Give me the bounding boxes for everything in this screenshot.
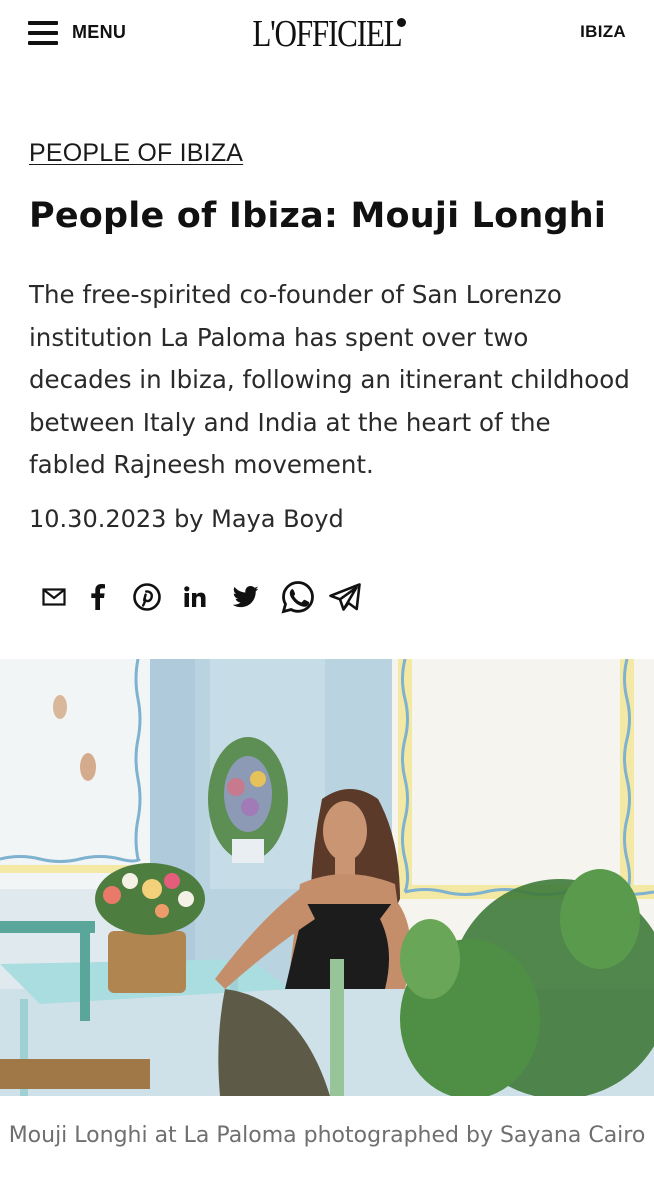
logo-seal-icon — [397, 18, 406, 27]
region-selector[interactable]: IBIZA — [580, 22, 626, 42]
menu-label: MENU — [72, 21, 127, 42]
article-photo — [0, 659, 654, 1096]
share-whatsapp-button[interactable] — [281, 578, 315, 616]
site-logo[interactable]: L'OFFICIEL — [246, 12, 408, 56]
twitter-icon — [233, 586, 259, 608]
share-telegram-button[interactable] — [328, 578, 362, 616]
byline-prefix: by — [174, 505, 204, 533]
logo-wordmark: L'OFFICIEL — [252, 13, 402, 55]
share-linkedin-button[interactable] — [183, 578, 207, 616]
menu-button[interactable]: MENU — [28, 14, 126, 50]
telegram-icon — [329, 583, 361, 611]
hamburger-icon — [28, 18, 58, 46]
photo-illustration — [0, 659, 654, 1096]
author-name[interactable]: Maya Boyd — [211, 505, 344, 533]
facebook-icon — [91, 584, 105, 610]
share-twitter-button[interactable] — [232, 578, 260, 616]
category-link[interactable]: PEOPLE OF IBIZA — [29, 139, 243, 168]
share-bar — [36, 578, 362, 616]
article-dek: The free-spirited co-founder of San Lore… — [29, 280, 630, 479]
share-mail-button[interactable] — [36, 578, 72, 616]
mail-icon — [42, 588, 66, 606]
share-facebook-button[interactable] — [89, 578, 107, 616]
site-header: MENU L'OFFICIEL IBIZA — [0, 0, 654, 68]
article-title: People of Ibiza: Mouji Longhi — [29, 196, 607, 236]
share-pinterest-button[interactable] — [133, 578, 161, 616]
photo-caption: Mouji Longhi at La Paloma photographed b… — [8, 1123, 646, 1148]
linkedin-icon — [184, 586, 206, 607]
publish-date: 10.30.2023 — [29, 505, 167, 533]
pinterest-icon — [133, 583, 161, 611]
whatsapp-icon — [281, 581, 314, 614]
byline: 10.30.2023 by Maya Boyd — [29, 505, 344, 533]
